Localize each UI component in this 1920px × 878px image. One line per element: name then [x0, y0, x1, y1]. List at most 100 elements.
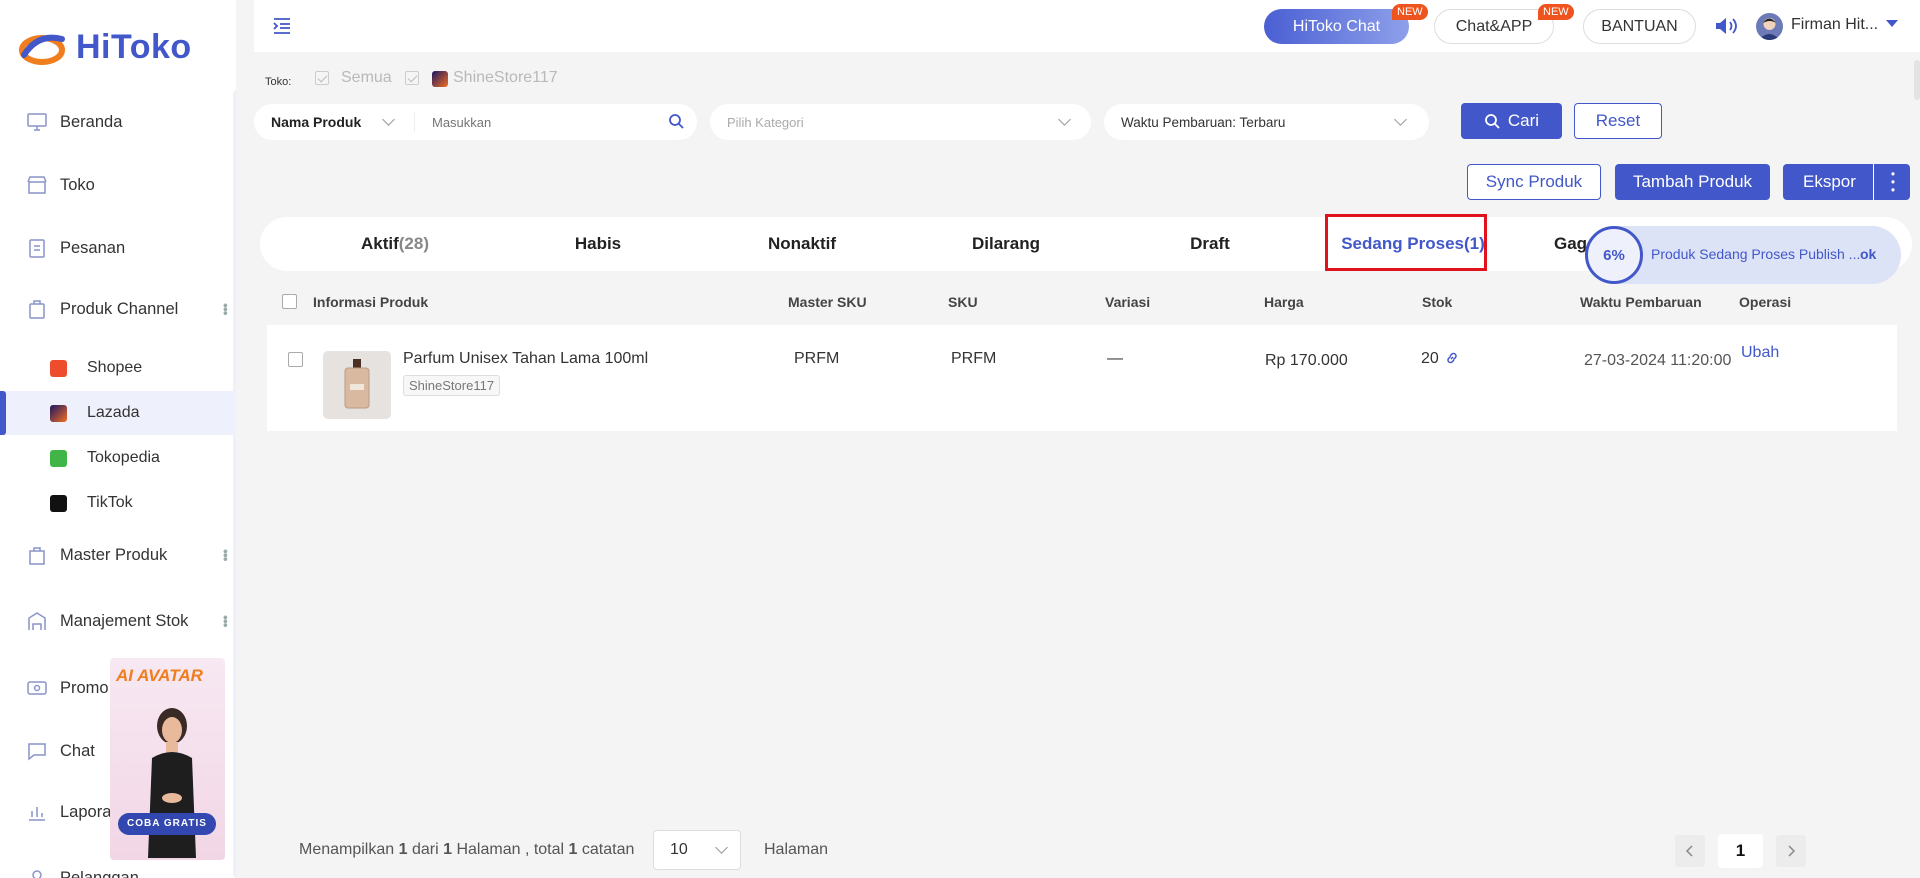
more-icon[interactable]: •••: [218, 615, 234, 627]
link-icon[interactable]: [1445, 351, 1459, 365]
coba-gratis-button[interactable]: COBA GRATIS: [118, 813, 216, 835]
column-header: Variasi: [1105, 294, 1151, 310]
sku: PRFM: [951, 350, 997, 367]
tambah-produk-button[interactable]: Tambah Produk: [1615, 164, 1770, 200]
search-icon[interactable]: [668, 113, 684, 129]
toko-label: Toko:: [265, 76, 292, 88]
summary-current: 1: [398, 841, 408, 858]
variasi: —: [1107, 350, 1123, 367]
more-icon[interactable]: •••: [218, 549, 234, 561]
chevron-down-icon: [1058, 113, 1071, 126]
chevron-down-icon[interactable]: [1886, 20, 1898, 27]
bag-icon: [29, 547, 45, 565]
tab-dilarang[interactable]: Dilarang: [921, 217, 1091, 271]
field-select[interactable]: Nama Produk: [271, 114, 361, 130]
progress-circle: 6%: [1585, 226, 1643, 284]
waktu-pembaruan: 27-03-2024 11:20:00: [1584, 352, 1732, 369]
summary-text: Halaman , total: [456, 841, 565, 858]
page-scrollbar[interactable]: [1914, 60, 1920, 100]
more-icon[interactable]: •••: [218, 303, 234, 315]
tab-aktif[interactable]: Aktif(28): [310, 217, 480, 271]
sidebar-item-master-produk[interactable]: Master Produk •••: [0, 533, 234, 577]
bantuan-label: BANTUAN: [1601, 17, 1678, 35]
more-vertical-icon[interactable]: • • •: [1887, 168, 1899, 196]
product-thumbnail[interactable]: [323, 351, 391, 419]
row-checkbox[interactable]: [288, 352, 303, 367]
sidebar-item-beranda[interactable]: Beranda: [0, 100, 233, 144]
sidebar-item-tiktok[interactable]: TikTok: [0, 481, 233, 525]
reset-button[interactable]: Reset: [1574, 103, 1662, 139]
sidebar-scrollbar[interactable]: [233, 90, 236, 878]
cari-button[interactable]: Cari: [1461, 103, 1562, 139]
page-size-select[interactable]: 10: [653, 830, 741, 870]
user-avatar[interactable]: [1756, 13, 1783, 40]
summary-text: dari: [411, 841, 439, 858]
sidebar-item-tokopedia[interactable]: Tokopedia: [0, 436, 233, 480]
summary-pages: 1: [443, 841, 453, 858]
hitoko-chat-button[interactable]: HiToko Chat: [1264, 9, 1409, 44]
menu-toggle-icon[interactable]: [272, 16, 292, 36]
column-header: Waktu Pembaruan: [1580, 294, 1702, 310]
tiktok-icon: [50, 494, 67, 512]
users-icon: [32, 870, 42, 878]
shopee-icon: [50, 359, 67, 377]
category-placeholder: Pilih Kategori: [727, 115, 804, 130]
tab-draft[interactable]: Draft: [1125, 217, 1295, 271]
monitor-icon: [27, 113, 47, 131]
sidebar-item-toko[interactable]: Toko: [0, 163, 233, 207]
top-header: HiToko Chat NEW Chat&APP NEW BANTUAN Fir…: [254, 0, 1920, 52]
sort-select[interactable]: Waktu Pembaruan: Terbaru: [1104, 104, 1429, 140]
sidebar: HiToko Beranda Toko Pesanan Produk Chann…: [0, 0, 236, 878]
pagination-summary: Menampilkan 1 dari 1 Halaman , total 1 c…: [299, 841, 634, 859]
chevron-down-icon[interactable]: [382, 113, 395, 126]
sort-label: Waktu Pembaruan: Terbaru: [1121, 115, 1286, 130]
hitoko-logo[interactable]: HiToko: [18, 28, 192, 67]
product-name[interactable]: Parfum Unisex Tahan Lama 100ml: [403, 350, 648, 368]
current-page-button[interactable]: 1: [1718, 834, 1763, 868]
cari-label: Cari: [1507, 111, 1540, 130]
category-select[interactable]: Pilih Kategori: [710, 104, 1091, 140]
lazada-icon: [50, 404, 67, 422]
sidebar-item-lazada[interactable]: Lazada: [0, 391, 233, 435]
new-badge: NEW: [1392, 4, 1428, 20]
chat-app-button[interactable]: Chat&APP: [1434, 9, 1554, 44]
sidebar-item-manajement-stok[interactable]: Manajement Stok •••: [0, 599, 234, 643]
halaman-label: Halaman: [764, 841, 829, 858]
active-tab-highlight: [1325, 214, 1487, 271]
sidebar-item-label: TikTok: [87, 494, 133, 511]
store-icon: [27, 176, 47, 194]
search-group: Nama Produk: [254, 104, 697, 140]
sidebar-item-produk-channel[interactable]: Produk Channel •••: [0, 287, 234, 331]
column-header: Master SKU: [788, 294, 867, 310]
ai-avatar-ad[interactable]: AI AVATAR COBA GRATIS: [110, 658, 225, 860]
sidebar-item-label: Lazada: [87, 404, 140, 421]
prev-page-button[interactable]: [1675, 835, 1705, 867]
progress-text: Produk Sedang Proses Publish ...: [1651, 246, 1861, 262]
tab-nonaktif[interactable]: Nonaktif: [717, 217, 887, 271]
store-checkbox: [405, 71, 419, 85]
select-all-checkbox[interactable]: [282, 294, 297, 309]
summary-text: Menampilkan: [299, 841, 395, 858]
sidebar-item-label: Lapora: [60, 802, 112, 821]
next-page-button[interactable]: [1776, 835, 1806, 867]
speaker-icon[interactable]: [1714, 16, 1738, 36]
logo-icon: [19, 34, 65, 65]
tab-habis[interactable]: Habis: [513, 217, 683, 271]
sync-produk-button[interactable]: Sync Produk: [1467, 164, 1601, 200]
sidebar-item-shopee[interactable]: Shopee: [0, 346, 233, 390]
progress-ok-button[interactable]: ok: [1860, 246, 1876, 262]
ubah-link[interactable]: Ubah: [1741, 344, 1779, 362]
search-input[interactable]: [432, 111, 642, 133]
box-icon: [29, 300, 45, 319]
harga: Rp 170.000: [1265, 352, 1348, 369]
hitoko-chat-label: HiToko Chat: [1292, 17, 1381, 35]
sidebar-item-label: Manajement Stok: [60, 611, 189, 630]
divider: [414, 112, 415, 132]
reset-label: Reset: [1595, 111, 1641, 130]
username[interactable]: Firman Hit...: [1791, 16, 1878, 34]
sidebar-item-label: Chat: [60, 741, 95, 760]
sidebar-item-pesanan[interactable]: Pesanan: [0, 226, 233, 270]
publish-progress-toast: 6% Produk Sedang Proses Publish ... ok: [1585, 226, 1901, 284]
clipboard-icon: [29, 239, 45, 258]
bantuan-button[interactable]: BANTUAN: [1583, 9, 1696, 44]
